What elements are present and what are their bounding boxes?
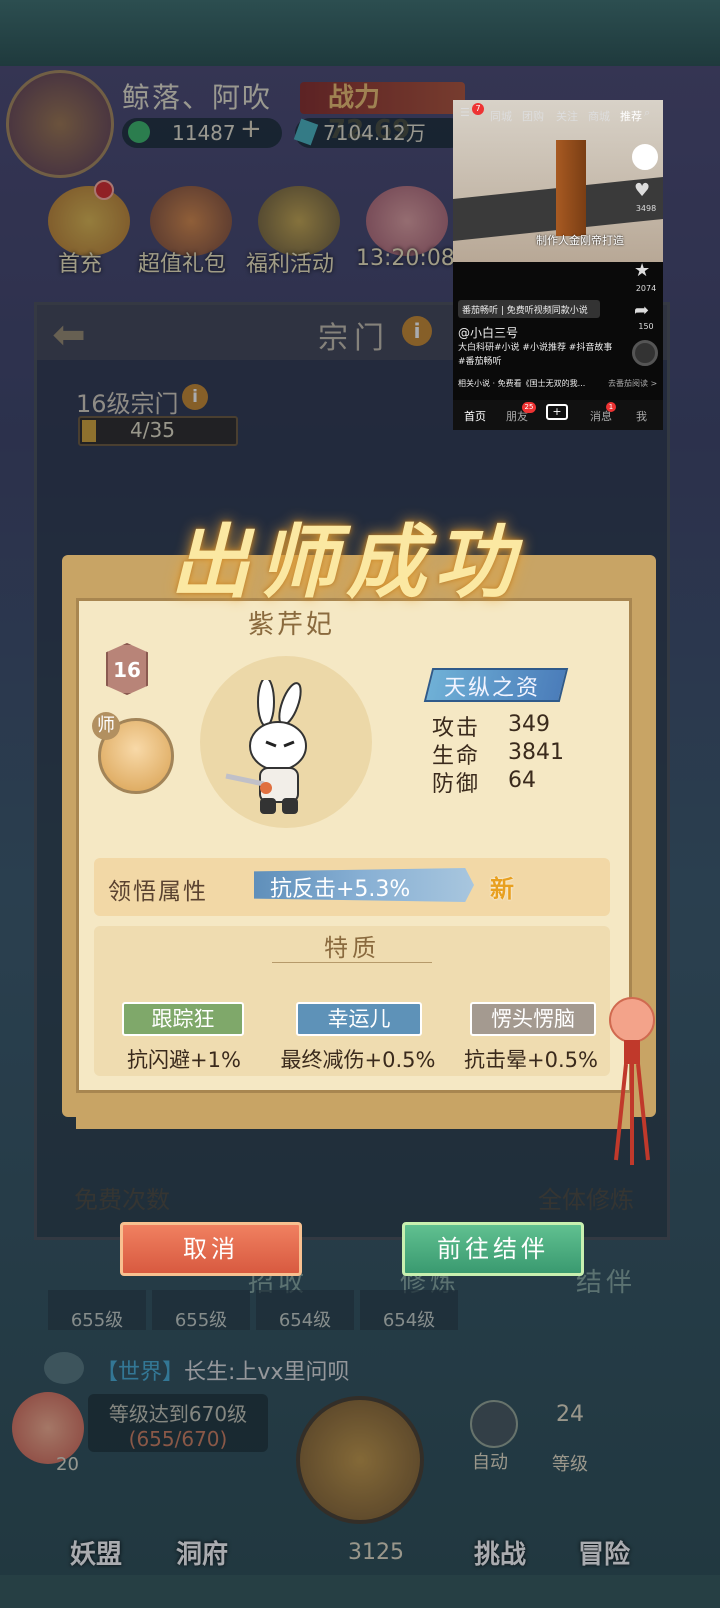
- trait-effect: 抗闪避+1%: [127, 1048, 241, 1072]
- modal-frame-bottom: [76, 1093, 632, 1129]
- pip-share-count: 150: [638, 322, 654, 331]
- character-name: 紫芹妃: [248, 610, 336, 640]
- pip-menu-badge: 7: [472, 103, 484, 115]
- pip-video-object: [556, 140, 586, 236]
- pip-tab[interactable]: 商城: [588, 108, 610, 124]
- trait-effect: 最终减伤+0.5%: [280, 1048, 436, 1072]
- talent-label: 天纵之资: [444, 676, 541, 701]
- stat-value: 349: [508, 712, 550, 737]
- new-tag: 新: [490, 875, 514, 903]
- pip-like-count: 3498: [635, 204, 657, 213]
- peach-pendant-icon: [609, 997, 655, 1165]
- pip-friend-badge: 25: [522, 402, 536, 413]
- stat-value: 3841: [508, 740, 564, 765]
- pip-author-avatar[interactable]: [632, 144, 658, 170]
- pip-tab[interactable]: 关注: [556, 108, 578, 124]
- status-strip: [0, 0, 720, 66]
- trait-effect: 抗击晕+0.5%: [464, 1048, 598, 1072]
- pip-tab[interactable]: 团购: [522, 108, 544, 124]
- rabbit-character-icon: [225, 680, 307, 814]
- pip-like-icon[interactable]: ♥: [634, 180, 650, 201]
- pip-create-button[interactable]: +: [546, 404, 568, 420]
- insight-label: 领悟属性: [108, 879, 208, 905]
- pip-tab[interactable]: 同城: [490, 108, 512, 124]
- pip-fav-icon[interactable]: ★: [634, 260, 650, 281]
- pip-desc: #番茄畅听: [458, 357, 502, 367]
- traits-title: 特质: [324, 934, 380, 962]
- pip-bottom-tab[interactable]: 首页: [464, 408, 486, 424]
- trait-tag[interactable]: 幸运儿: [296, 1002, 422, 1036]
- modal-title: 出师成功: [170, 515, 522, 609]
- pip-bottom-tab[interactable]: 我: [636, 408, 647, 424]
- pip-menu-icon[interactable]: ☰: [460, 106, 470, 119]
- pip-msg-badge: 1: [606, 402, 616, 412]
- pip-share-icon[interactable]: ➦: [634, 300, 649, 321]
- pip-author[interactable]: @小白三号: [458, 324, 518, 341]
- pip-fav-count: 2074: [635, 284, 657, 293]
- cancel-button[interactable]: 取消: [120, 1222, 302, 1276]
- bottom-strip: [0, 1575, 720, 1608]
- character-level: 16: [113, 658, 141, 682]
- trait-tag[interactable]: 愣头愣脑: [470, 1002, 596, 1036]
- pip-search-icon[interactable]: ⌕: [644, 106, 650, 120]
- pip-tab-active[interactable]: 推荐: [620, 108, 642, 124]
- insight-value: 抗反击+5.3%: [270, 877, 411, 902]
- stat-label: 防御: [432, 772, 481, 797]
- pip-desc: 大白科研#小说 #小说推荐 #抖音故事: [458, 343, 613, 353]
- pip-music-disc-icon[interactable]: [632, 340, 658, 366]
- pip-app-tag[interactable]: 番茄畅听 | 免费听视频同款小说: [458, 300, 600, 318]
- pip-related[interactable]: 相关小说 · 免费看《国士无双的我...: [458, 378, 598, 389]
- pip-caption: 制作人金刚帝打造: [536, 234, 624, 247]
- stat-value: 64: [508, 768, 536, 793]
- go-companion-button[interactable]: 前往结伴: [402, 1222, 584, 1276]
- master-tag: 师: [92, 712, 120, 740]
- trait-tag[interactable]: 跟踪狂: [122, 1002, 244, 1036]
- traits-divider: [272, 962, 432, 963]
- pip-related-go[interactable]: 去番茄阅读 >: [608, 378, 657, 389]
